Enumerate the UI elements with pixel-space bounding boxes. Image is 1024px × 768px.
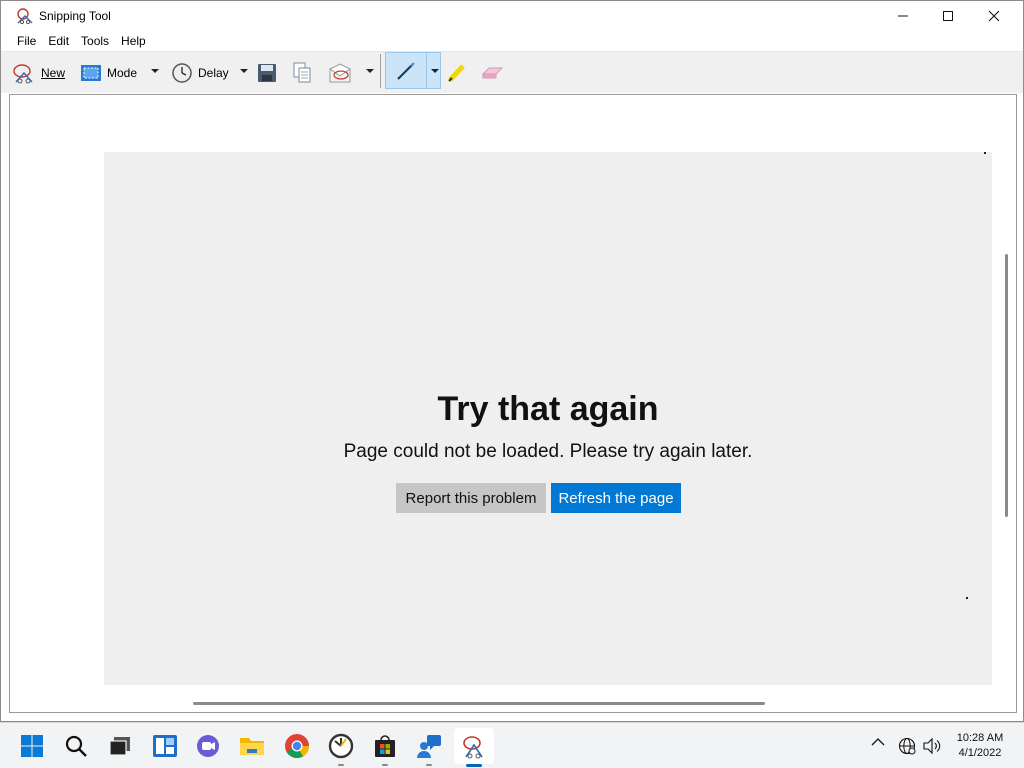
send-snip-button[interactable]	[329, 60, 353, 86]
send-dropdown-arrow[interactable]	[366, 69, 374, 73]
new-snip-icon	[13, 64, 33, 84]
clock-app-icon	[328, 733, 354, 759]
send-email-icon	[329, 63, 351, 83]
canvas-dot	[966, 597, 968, 599]
active-app-indicator	[466, 764, 482, 767]
windows-start-button[interactable]	[17, 731, 47, 761]
save-icon	[258, 64, 276, 82]
menu-file[interactable]: File	[11, 31, 42, 51]
clock-icon	[172, 63, 192, 83]
snipping-tool-window: Snipping Tool File Edit Tools Help New M…	[0, 0, 1024, 722]
copy-button[interactable]	[292, 60, 312, 86]
menu-edit[interactable]: Edit	[42, 31, 75, 51]
rectangle-mode-icon	[81, 65, 101, 81]
widgets-button[interactable]	[150, 731, 180, 761]
canvas-dot	[984, 152, 986, 154]
toolbar-separator	[380, 54, 381, 88]
pen-icon	[397, 62, 415, 80]
vertical-scrollbar[interactable]	[1005, 254, 1008, 517]
chrome-icon	[285, 734, 309, 759]
new-button[interactable]: New	[12, 60, 65, 86]
highlighter-button[interactable]	[446, 59, 468, 85]
search-icon	[65, 735, 87, 757]
widgets-icon	[153, 735, 177, 757]
snipping-tool-icon	[17, 8, 33, 25]
copy-icon	[293, 62, 311, 83]
network-status[interactable]	[898, 737, 916, 755]
menu-help[interactable]: Help	[115, 31, 152, 51]
snipping-tool-icon	[463, 736, 483, 759]
maximize-icon	[943, 11, 953, 21]
error-message: Page could not be loaded. Please try aga…	[343, 441, 753, 462]
clock-date: 4/1/2022	[958, 747, 1002, 759]
close-button[interactable]	[971, 1, 1017, 31]
maximize-button[interactable]	[925, 1, 971, 31]
volume-control[interactable]	[922, 737, 942, 755]
error-title: Try that again	[437, 390, 659, 428]
eraser-button[interactable]	[480, 59, 504, 85]
refresh-page-button[interactable]: Refresh the page	[551, 483, 681, 513]
teams-chat-icon	[197, 735, 219, 757]
pen-dropdown-arrow[interactable]	[431, 69, 439, 73]
snipping-tool-taskbar-button[interactable]	[454, 728, 494, 764]
microsoft-store-icon	[375, 735, 395, 757]
horizontal-scrollbar[interactable]	[193, 702, 765, 705]
task-view-icon	[109, 737, 130, 756]
report-problem-button[interactable]: Report this problem	[396, 483, 546, 513]
chevron-up-icon	[871, 738, 885, 746]
clock-time: 10:28 AM	[956, 732, 1004, 744]
speaker-icon	[923, 737, 941, 755]
clock-app-button[interactable]	[326, 731, 356, 761]
microsoft-store-button[interactable]	[370, 731, 400, 761]
windows-start-icon	[21, 735, 43, 757]
delay-dropdown-arrow[interactable]	[240, 69, 248, 73]
mode-dropdown-arrow[interactable]	[151, 69, 159, 73]
file-explorer-icon	[240, 738, 264, 755]
new-label: New	[41, 66, 66, 80]
delay-label: Delay	[198, 66, 229, 80]
chrome-button[interactable]	[282, 731, 312, 761]
toolbar: New Mode Delay	[1, 51, 1023, 93]
minimize-button[interactable]	[880, 1, 926, 31]
error-page: Try that again Page could not be loaded.…	[104, 152, 992, 685]
pen-button[interactable]	[385, 52, 441, 89]
mode-button[interactable]: Mode	[80, 60, 137, 86]
task-view-button[interactable]	[105, 731, 135, 761]
show-hidden-icons-button[interactable]	[871, 737, 885, 747]
feedback-hub-button[interactable]	[414, 731, 444, 761]
running-indicator	[338, 764, 344, 766]
close-icon	[988, 10, 1000, 22]
feedback-hub-icon	[417, 735, 441, 758]
taskbar: 10:28 AM 4/1/2022	[0, 722, 1024, 768]
network-globe-icon	[898, 737, 916, 755]
menu-bar: File Edit Tools Help	[1, 31, 1023, 51]
search-button[interactable]	[61, 731, 91, 761]
eraser-icon	[481, 67, 504, 79]
menu-tools[interactable]: Tools	[75, 31, 115, 51]
teams-chat-button[interactable]	[193, 731, 223, 761]
title-bar[interactable]: Snipping Tool	[1, 1, 1023, 31]
minimize-icon	[898, 15, 908, 17]
running-indicator	[426, 764, 432, 766]
system-clock[interactable]: 10:28 AM 4/1/2022	[948, 731, 1012, 761]
delay-button[interactable]: Delay	[171, 60, 229, 86]
save-button[interactable]	[257, 60, 277, 86]
mode-label: Mode	[107, 66, 138, 80]
window-title: Snipping Tool	[39, 9, 111, 23]
highlighter-icon	[448, 64, 465, 82]
file-explorer-button[interactable]	[237, 731, 267, 761]
running-indicator	[382, 764, 388, 766]
